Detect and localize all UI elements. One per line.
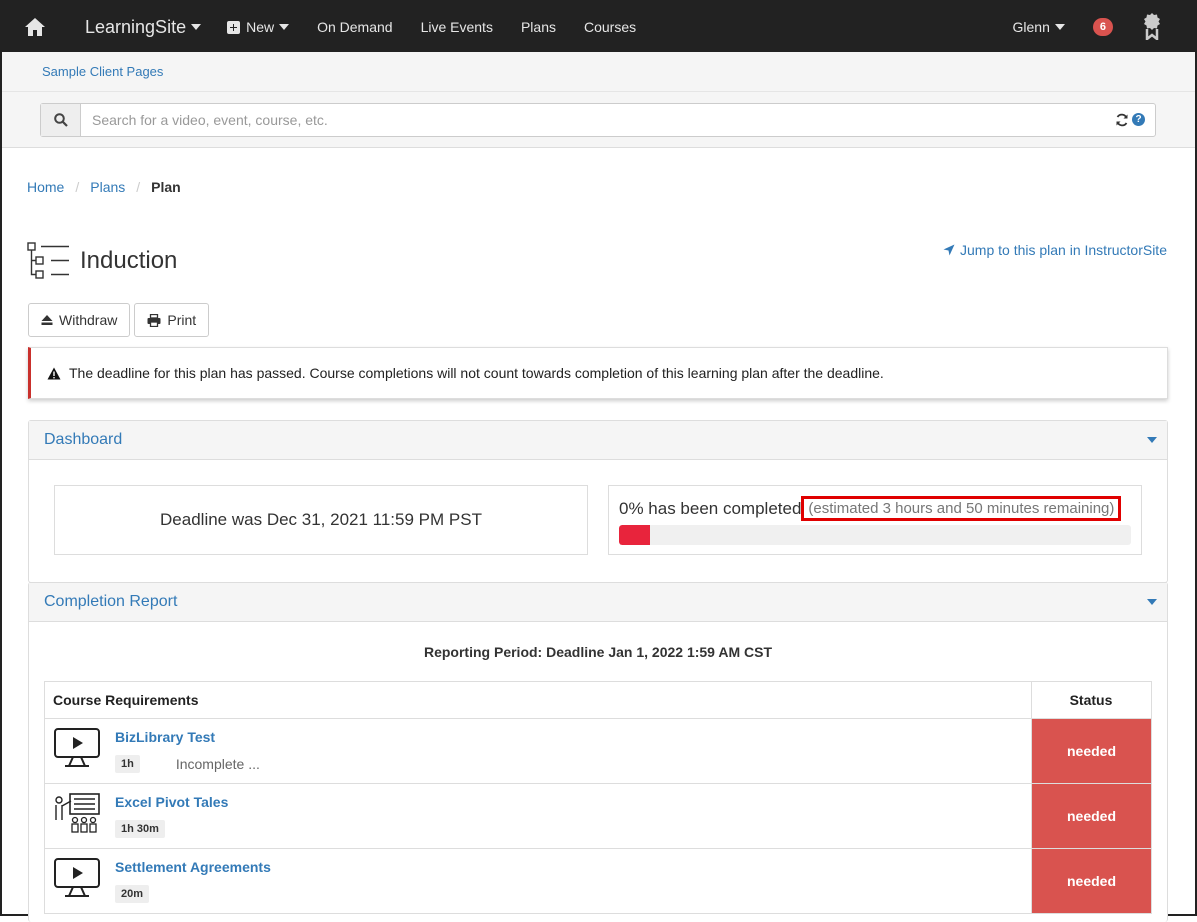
completion-report-panel: Completion Report Reporting Period: Dead… — [28, 582, 1168, 922]
warning-icon — [47, 367, 61, 379]
progress-card: 0% has been completed (estimated 3 hours… — [608, 485, 1142, 555]
new-label: New — [246, 19, 275, 35]
classroom-presentation-icon — [55, 793, 100, 833]
search-bar: ? — [40, 102, 1156, 137]
jump-link-label: Jump to this plan in InstructorSite — [960, 242, 1167, 258]
course-link[interactable]: Excel Pivot Tales — [115, 794, 228, 810]
video-monitor-icon — [54, 728, 100, 767]
user-name: Glenn — [1012, 19, 1050, 35]
breadcrumb: Home / Plans / Plan — [27, 179, 181, 195]
jump-to-instructorsite-link[interactable]: Jump to this plan in InstructorSite — [943, 242, 1167, 258]
chevron-down-icon[interactable] — [1147, 437, 1157, 443]
course-note: Incomplete ... — [175, 756, 260, 772]
dashboard-panel-header[interactable]: Dashboard — [29, 421, 1167, 460]
table-row: Settlement Agreements 20m needed — [44, 848, 1152, 914]
table-row: Excel Pivot Tales 1h 30m needed — [44, 783, 1152, 849]
col-status: Status — [1031, 681, 1152, 719]
progress-bar-fill — [619, 525, 650, 545]
user-menu[interactable]: Glenn — [1013, 19, 1065, 35]
subheader-bar: Sample Client Pages — [2, 52, 1195, 92]
search-input[interactable] — [81, 103, 1115, 136]
breadcrumb-plans[interactable]: Plans — [90, 179, 125, 195]
estimate-text: (estimated 3 hours and 50 minutes remain… — [801, 496, 1122, 521]
course-link[interactable]: Settlement Agreements — [115, 859, 271, 875]
print-button[interactable]: Print — [134, 303, 210, 337]
duration-badge: 1h — [115, 755, 140, 773]
brand-label: LearningSite — [85, 16, 187, 37]
breadcrumb-separator: / — [136, 179, 141, 195]
breadcrumb-separator: / — [75, 179, 80, 195]
home-icon[interactable] — [24, 17, 72, 37]
notification-badge[interactable]: 6 — [1092, 18, 1113, 36]
search-bar-area: ? — [2, 92, 1195, 148]
nav-plans[interactable]: Plans — [521, 19, 556, 35]
requirements-table: Course Requirements Status BizLibrary Te… — [44, 681, 1152, 914]
deadline-card: Deadline was Dec 31, 2021 11:59 PM PST — [54, 485, 588, 555]
eject-icon — [41, 315, 53, 325]
alert-text: The deadline for this plan has passed. C… — [69, 365, 884, 381]
action-buttons: Withdraw Print — [28, 303, 210, 337]
new-menu[interactable]: New — [227, 19, 290, 35]
breadcrumb-home[interactable]: Home — [27, 179, 64, 195]
page-title-row: Induction — [27, 242, 177, 280]
duration-badge: 1h 30m — [115, 820, 165, 838]
location-arrow-icon — [943, 244, 955, 256]
chevron-down-icon[interactable] — [1147, 599, 1157, 605]
completion-report-header[interactable]: Completion Report — [29, 583, 1167, 622]
chevron-down-icon — [1054, 24, 1065, 30]
nav-on-demand[interactable]: On Demand — [317, 19, 392, 35]
page-title: Induction — [80, 247, 178, 274]
completion-report-title: Completion Report — [44, 593, 178, 610]
chevron-down-icon — [279, 24, 290, 30]
deadline-text: Deadline was Dec 31, 2021 11:59 PM PST — [160, 510, 482, 529]
video-monitor-icon — [54, 858, 100, 897]
deadline-alert: The deadline for this plan has passed. C… — [28, 347, 1168, 399]
breadcrumb-current: Plan — [151, 179, 181, 195]
status-badge: needed — [1031, 718, 1152, 784]
course-link[interactable]: BizLibrary Test — [115, 729, 260, 745]
top-navbar: LearningSite New On Demand Live Events P… — [2, 2, 1195, 52]
status-badge: needed — [1031, 848, 1152, 914]
brand-menu[interactable]: LearningSite — [85, 16, 202, 38]
withdraw-button[interactable]: Withdraw — [28, 303, 131, 337]
plus-square-icon — [227, 20, 241, 34]
withdraw-label: Withdraw — [59, 312, 118, 328]
status-badge: needed — [1031, 783, 1152, 849]
print-label: Print — [167, 312, 197, 328]
print-icon — [147, 313, 161, 327]
sample-client-pages-link[interactable]: Sample Client Pages — [42, 64, 163, 79]
plan-tree-icon — [27, 242, 69, 279]
nav-courses[interactable]: Courses — [584, 19, 636, 35]
chevron-down-icon — [191, 24, 202, 30]
reporting-period: Reporting Period: Deadline Jan 1, 2022 1… — [423, 644, 773, 660]
search-button[interactable] — [41, 103, 81, 136]
refresh-icon[interactable] — [1115, 113, 1129, 127]
table-row: BizLibrary Test 1h Incomplete ... needed — [44, 718, 1152, 784]
duration-badge: 20m — [115, 885, 150, 903]
dashboard-title: Dashboard — [44, 431, 123, 448]
help-icon[interactable]: ? — [1132, 113, 1145, 126]
col-course-requirements: Course Requirements — [44, 681, 1032, 719]
award-ribbon-icon[interactable] — [1143, 12, 1161, 43]
completed-text: 0% has been completed — [619, 498, 802, 518]
search-icon — [53, 112, 68, 127]
dashboard-panel: Dashboard Deadline was Dec 31, 2021 11:5… — [28, 420, 1168, 583]
nav-live-events[interactable]: Live Events — [421, 19, 493, 35]
progress-bar — [619, 525, 1131, 545]
